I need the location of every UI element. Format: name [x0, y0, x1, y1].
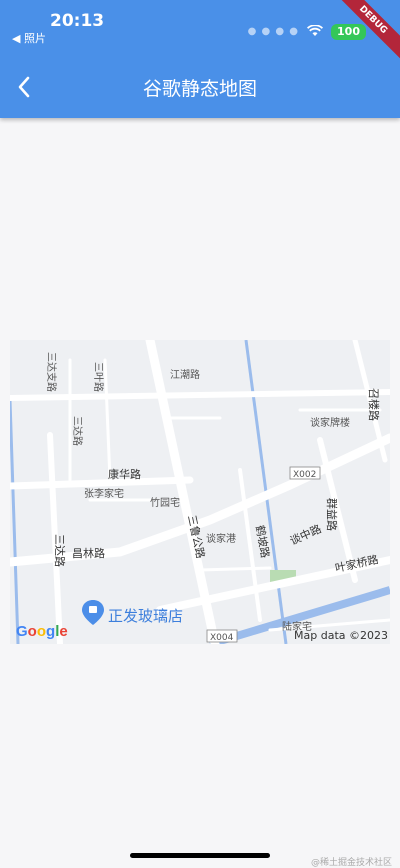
- road-shield: X004: [210, 633, 234, 643]
- map-label: 三达路: [53, 534, 66, 567]
- map-label: 召楼路: [367, 388, 381, 421]
- map-label: 群益路: [325, 498, 339, 531]
- map-label: 江潮路: [170, 368, 200, 381]
- watermark: @稀土掘金技术社区: [310, 858, 392, 868]
- map-graphic: 三达支路 三叶路 江潮路 三达路 谈家牌楼 召楼路 康华路 X002 张李家宅 …: [10, 340, 390, 644]
- status-indicators: ● ● ● ● 100: [248, 22, 366, 41]
- signal-icon: ● ● ● ●: [247, 26, 300, 37]
- map-label: 谈家牌楼: [310, 416, 350, 429]
- google-logo: Google: [16, 623, 68, 640]
- shop-label[interactable]: 正发玻璃店: [108, 607, 183, 625]
- map-label: 三达路: [71, 416, 84, 446]
- wifi-icon: [307, 22, 324, 41]
- map-label: 昌林路: [72, 546, 105, 560]
- page-title: 谷歌静态地图: [142, 78, 257, 100]
- map-label: 三达支路: [45, 352, 58, 392]
- battery-indicator: 100: [331, 23, 366, 40]
- map-label: 张李家宅: [84, 487, 124, 500]
- road-shield: X002: [293, 470, 316, 480]
- app-bar: 20:13 ◀ 照片 ● ● ● ● 100 DEBUG 谷歌静态地图: [0, 0, 400, 118]
- map-attribution: Map data ©2023: [294, 629, 388, 642]
- map-label: 三叶路: [92, 362, 105, 392]
- map-label: 竹园宅: [150, 496, 180, 509]
- status-time: 20:13: [50, 11, 105, 31]
- static-map-image: 三达支路 三叶路 江潮路 三达路 谈家牌楼 召楼路 康华路 X002 张李家宅 …: [10, 340, 390, 644]
- back-to-app-link[interactable]: ◀ 照片: [12, 30, 46, 46]
- home-indicator[interactable]: [130, 853, 270, 858]
- map-label: 康华路: [108, 467, 141, 481]
- map-label: 谈家港: [206, 532, 236, 545]
